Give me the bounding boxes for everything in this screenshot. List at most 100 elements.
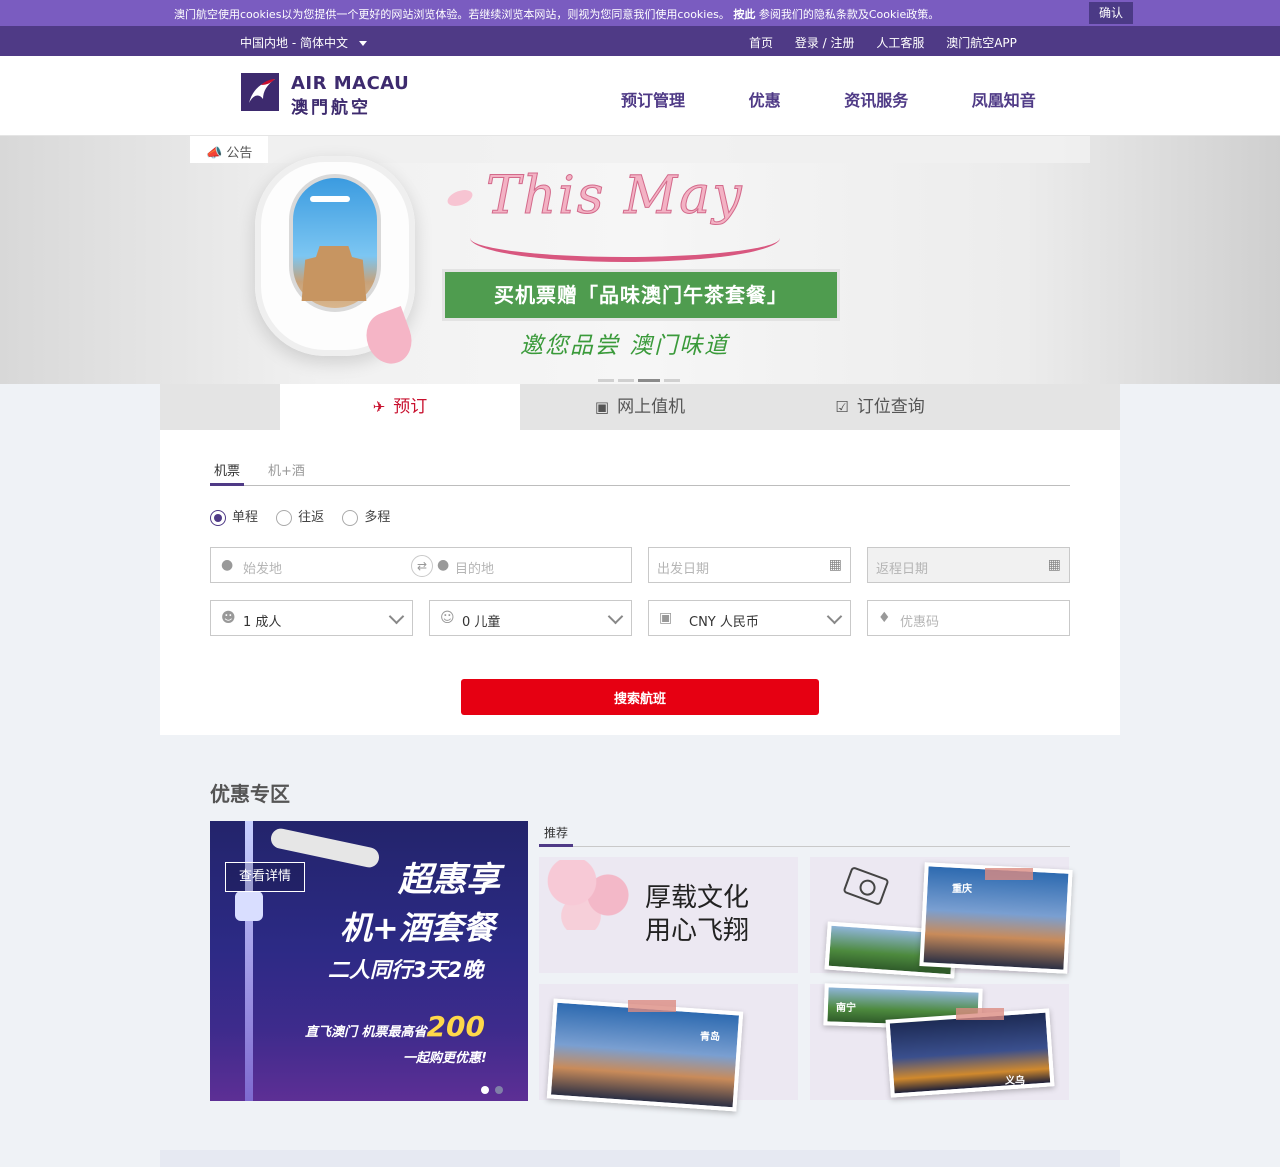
carousel-dot[interactable]	[664, 379, 680, 382]
money-icon: ▣	[659, 610, 673, 626]
tab-manage-label: 订位查询	[856, 397, 925, 417]
logo-en-text: AIR MACAU	[291, 73, 410, 94]
currency-value: CNY 人民币	[689, 615, 759, 630]
carousel-dot[interactable]	[618, 379, 634, 382]
currency-select[interactable]: ▣ CNY 人民币	[648, 600, 851, 636]
destination-input[interactable]: 目的地	[455, 558, 494, 577]
return-date-field[interactable]: 返程日期 ▦	[867, 547, 1070, 583]
booking-tabs: ✈ 预订 ▣ 网上值机 ☑ 订位查询	[160, 384, 1120, 430]
children-value: 0 儿童	[462, 615, 501, 630]
calendar-icon: ▦	[1047, 557, 1061, 573]
return-date-placeholder: 返程日期	[876, 562, 929, 577]
deal-headline: 超惠享	[398, 860, 500, 900]
trip-type-multicity-label: 多程	[364, 510, 391, 525]
top-link-home[interactable]: 首页	[749, 36, 773, 50]
main-nav: 预订管理 优惠 资讯服务 凤凰知音	[621, 87, 1094, 111]
radio[interactable]	[342, 509, 359, 526]
origin-input[interactable]: 始发地	[243, 558, 282, 577]
calendar-icon: ▦	[828, 557, 842, 573]
deal-package-title: 机+酒套餐	[340, 909, 495, 947]
deal-savings: 直飞澳门 机票最高省200	[305, 1010, 485, 1043]
tab-book-label: 预订	[393, 397, 428, 417]
notice-tab[interactable]: 📣 公告	[190, 136, 268, 163]
deal-tagline: 一起购更优惠!	[403, 1051, 487, 1066]
deal-carousel-dots	[481, 1083, 509, 1098]
view-details-button[interactable]: 查看详情	[225, 862, 305, 892]
tab-checkin-label: 网上值机	[617, 397, 686, 417]
notice-label: 公告	[226, 146, 253, 161]
cookie-text-prefix: 澳门航空使用cookies以为您提供一个更好的网站浏览体验。若继续浏览本网站，则…	[174, 8, 730, 21]
petal-graphic-small	[445, 186, 475, 210]
logo-cn-text: 澳門航空	[291, 98, 371, 118]
nav-manage-booking[interactable]: 预订管理	[621, 91, 685, 110]
culture-tile-title: 厚载文化 用心飞翔	[645, 883, 750, 946]
plane-graphic	[310, 196, 350, 202]
megaphone-icon: 📣	[206, 146, 223, 161]
caret-down-icon	[358, 41, 367, 46]
tag-icon: ♦	[878, 610, 891, 626]
photo-yiwu	[885, 1008, 1055, 1098]
radio[interactable]	[276, 509, 293, 526]
location-pin-icon: ●	[221, 557, 234, 573]
photo-qingdao	[546, 998, 744, 1112]
subtab-flight[interactable]: 机票	[210, 460, 245, 486]
deal-dot[interactable]	[495, 1086, 503, 1094]
cookie-policy-link[interactable]: 按此	[733, 8, 755, 21]
tape-decoration	[956, 1008, 1004, 1020]
tape-decoration	[985, 868, 1033, 880]
tape-decoration	[628, 1000, 676, 1012]
subtab-flight-hotel[interactable]: 机+酒	[268, 460, 305, 486]
carousel-dot[interactable]	[598, 379, 614, 382]
top-nav: 中国内地 - 简体中文 首页 登录 / 注册 人工客服 澳门航空APP	[0, 26, 1280, 56]
clipboard-check-icon: ☑	[835, 398, 849, 416]
label-yiwu: 义乌	[1005, 1076, 1025, 1087]
swap-icon[interactable]: ⇄	[411, 555, 433, 577]
carousel-dot-active[interactable]	[638, 379, 660, 382]
footer-band	[160, 1150, 1120, 1167]
locale-selector[interactable]: 中国内地 - 简体中文	[240, 34, 367, 51]
deal-dot-active[interactable]	[481, 1086, 489, 1094]
promo-code-input[interactable]: 优惠码	[900, 611, 939, 630]
trip-type-multicity[interactable]: 多程	[342, 506, 390, 526]
trip-type-oneway-label: 单程	[232, 510, 259, 525]
cookie-bar: 澳门航空使用cookies以为您提供一个更好的网站浏览体验。若继续浏览本网站，则…	[0, 0, 1280, 26]
search-flights-button[interactable]: 搜索航班	[461, 679, 819, 715]
depart-date-placeholder: 出发日期	[657, 562, 710, 577]
adults-select[interactable]: ☻ 1 成人	[210, 600, 413, 636]
tab-checkin[interactable]: ▣ 网上值机	[520, 384, 760, 430]
radio-checked[interactable]	[210, 509, 226, 526]
cookie-confirm-button[interactable]: 确认	[1089, 2, 1133, 24]
children-select[interactable]: ☺ 0 儿童	[429, 600, 632, 636]
air-macau-logo[interactable]: AIR MACAU 澳門航空	[241, 73, 409, 118]
hero-banner[interactable]: 📣 公告 This May 买机票赠「品味澳门午茶套餐」 邀您品尝 澳门味道	[0, 136, 1280, 384]
locale-label: 中国内地 - 简体中文	[240, 36, 348, 50]
top-link-app[interactable]: 澳门航空APP	[946, 36, 1017, 50]
trip-type-roundtrip[interactable]: 往返	[276, 506, 324, 526]
chevron-down-icon	[826, 608, 843, 625]
top-link-service[interactable]: 人工客服	[876, 36, 924, 50]
trip-type-group: 单程 往返 多程	[210, 506, 404, 526]
promo-code-field[interactable]: ♦ 优惠码	[867, 600, 1070, 636]
cookie-text: 澳门航空使用cookies以为您提供一个更好的网站浏览体验。若继续浏览本网站，则…	[174, 6, 939, 22]
label-nanning: 南宁	[836, 1003, 856, 1014]
deals-section-title: 优惠专区	[210, 782, 290, 806]
label-qingdao: 青岛	[700, 1032, 720, 1043]
recommend-tab-row: 推荐	[539, 822, 1070, 847]
trip-type-roundtrip-label: 往返	[298, 510, 325, 525]
nav-info-services[interactable]: 资讯服务	[844, 91, 908, 110]
deal-savings-amount: 200	[426, 1010, 485, 1043]
tab-recommend[interactable]: 推荐	[539, 822, 574, 847]
booking-panel: 机票 机+酒 单程 往返 多程 ● 始发地 ⇄ ● 目的地 出发日期 ▦ 返程日…	[160, 430, 1120, 735]
location-pin-icon: ●	[437, 557, 450, 573]
tab-manage[interactable]: ☑ 订位查询	[760, 384, 1000, 430]
nav-offers[interactable]: 优惠	[749, 91, 781, 110]
nav-phoenix-miles[interactable]: 凤凰知音	[972, 91, 1036, 110]
carousel-dots	[598, 371, 684, 384]
tab-book[interactable]: ✈ 预订	[280, 384, 520, 430]
deal-savings-text: 直飞澳门 机票最高省	[305, 1025, 427, 1040]
top-link-login[interactable]: 登录 / 注册	[795, 36, 855, 50]
depart-date-field[interactable]: 出发日期 ▦	[648, 547, 851, 583]
label-chongqing: 重庆	[952, 884, 972, 895]
trip-type-oneway[interactable]: 单程	[210, 506, 258, 526]
origin-destination-group: ● 始发地 ⇄ ● 目的地	[210, 547, 632, 583]
